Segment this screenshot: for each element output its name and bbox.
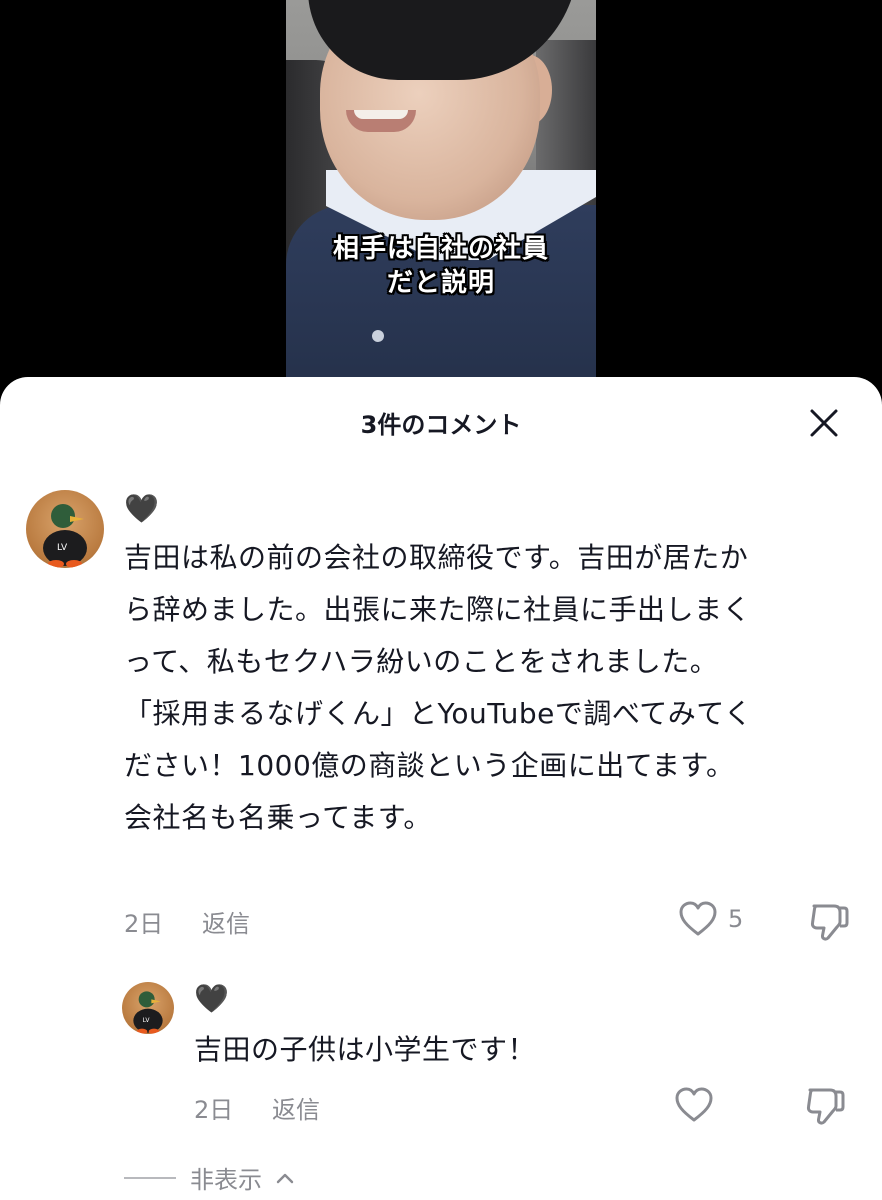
reply-like-button[interactable] <box>674 1086 714 1124</box>
comment-text: 吉田は私の前の会社の取締役です。吉田が居たか ら辞めました。出張に来た際に社員に… <box>124 532 752 844</box>
comment-line: って、私もセクハラ紛いのことをされました。 <box>124 645 719 678</box>
caption-line: 相手は自社の社員 <box>332 234 549 264</box>
reply-username[interactable]: 🖤 <box>194 982 229 1015</box>
thumbs-down-icon <box>806 1088 845 1125</box>
divider-line <box>124 1176 176 1179</box>
close-icon <box>810 409 838 437</box>
comment-date: 2日 <box>124 910 164 938</box>
caption-line: だと説明 <box>386 268 495 298</box>
reply-text: 吉田の子供は小学生です！ <box>194 1033 537 1066</box>
shirt-button <box>372 330 384 342</box>
chevron-up-icon <box>276 1173 294 1183</box>
reply-dislike-button[interactable] <box>804 1084 846 1130</box>
comments-title: 3件のコメント <box>360 411 522 439</box>
video-caption: 相手は自社の社員 だと説明 <box>286 232 596 300</box>
reply-button[interactable]: 返信 <box>202 904 250 939</box>
hide-replies-button[interactable]: 非表示 <box>124 1160 294 1195</box>
reply-reply-button[interactable]: 返信 <box>272 1090 320 1125</box>
svg-text:LV: LV <box>57 543 68 553</box>
dislike-button[interactable] <box>808 900 850 946</box>
comment-line: ださい！1000億の商談という企画に出てます。 <box>124 749 735 782</box>
duck-mascot-icon: LV <box>43 504 87 568</box>
svg-text:LV: LV <box>143 1017 151 1024</box>
thumbs-down-icon <box>810 904 849 941</box>
close-button[interactable] <box>800 399 848 447</box>
comment-line: 吉田は私の前の会社の取締役です。吉田が居たか <box>124 541 749 574</box>
like-button[interactable]: 5 <box>678 900 743 938</box>
duck-mascot-icon: LV <box>133 991 163 1034</box>
comment-line: ら辞めました。出張に来た際に社員に手出しまく <box>124 593 752 626</box>
hide-replies-label: 非表示 <box>190 1166 262 1194</box>
video-player[interactable]: 相手は自社の社員 だと説明 <box>286 0 596 400</box>
video-background: 相手は自社の社員 だと説明 <box>0 0 882 400</box>
comment-line: 会社名も名乗ってます。 <box>124 801 432 834</box>
heart-icon <box>675 1087 713 1122</box>
reply-avatar[interactable]: LV <box>122 982 174 1034</box>
person-teeth <box>354 110 408 119</box>
like-count: 5 <box>728 905 744 933</box>
avatar[interactable]: LV <box>26 490 104 568</box>
reply-date: 2日 <box>194 1096 234 1124</box>
heart-icon <box>679 901 717 936</box>
username[interactable]: 🖤 <box>124 492 159 525</box>
comment-line: 「採用まるなげくん」とYouTubeで調べてみてく <box>124 697 753 730</box>
